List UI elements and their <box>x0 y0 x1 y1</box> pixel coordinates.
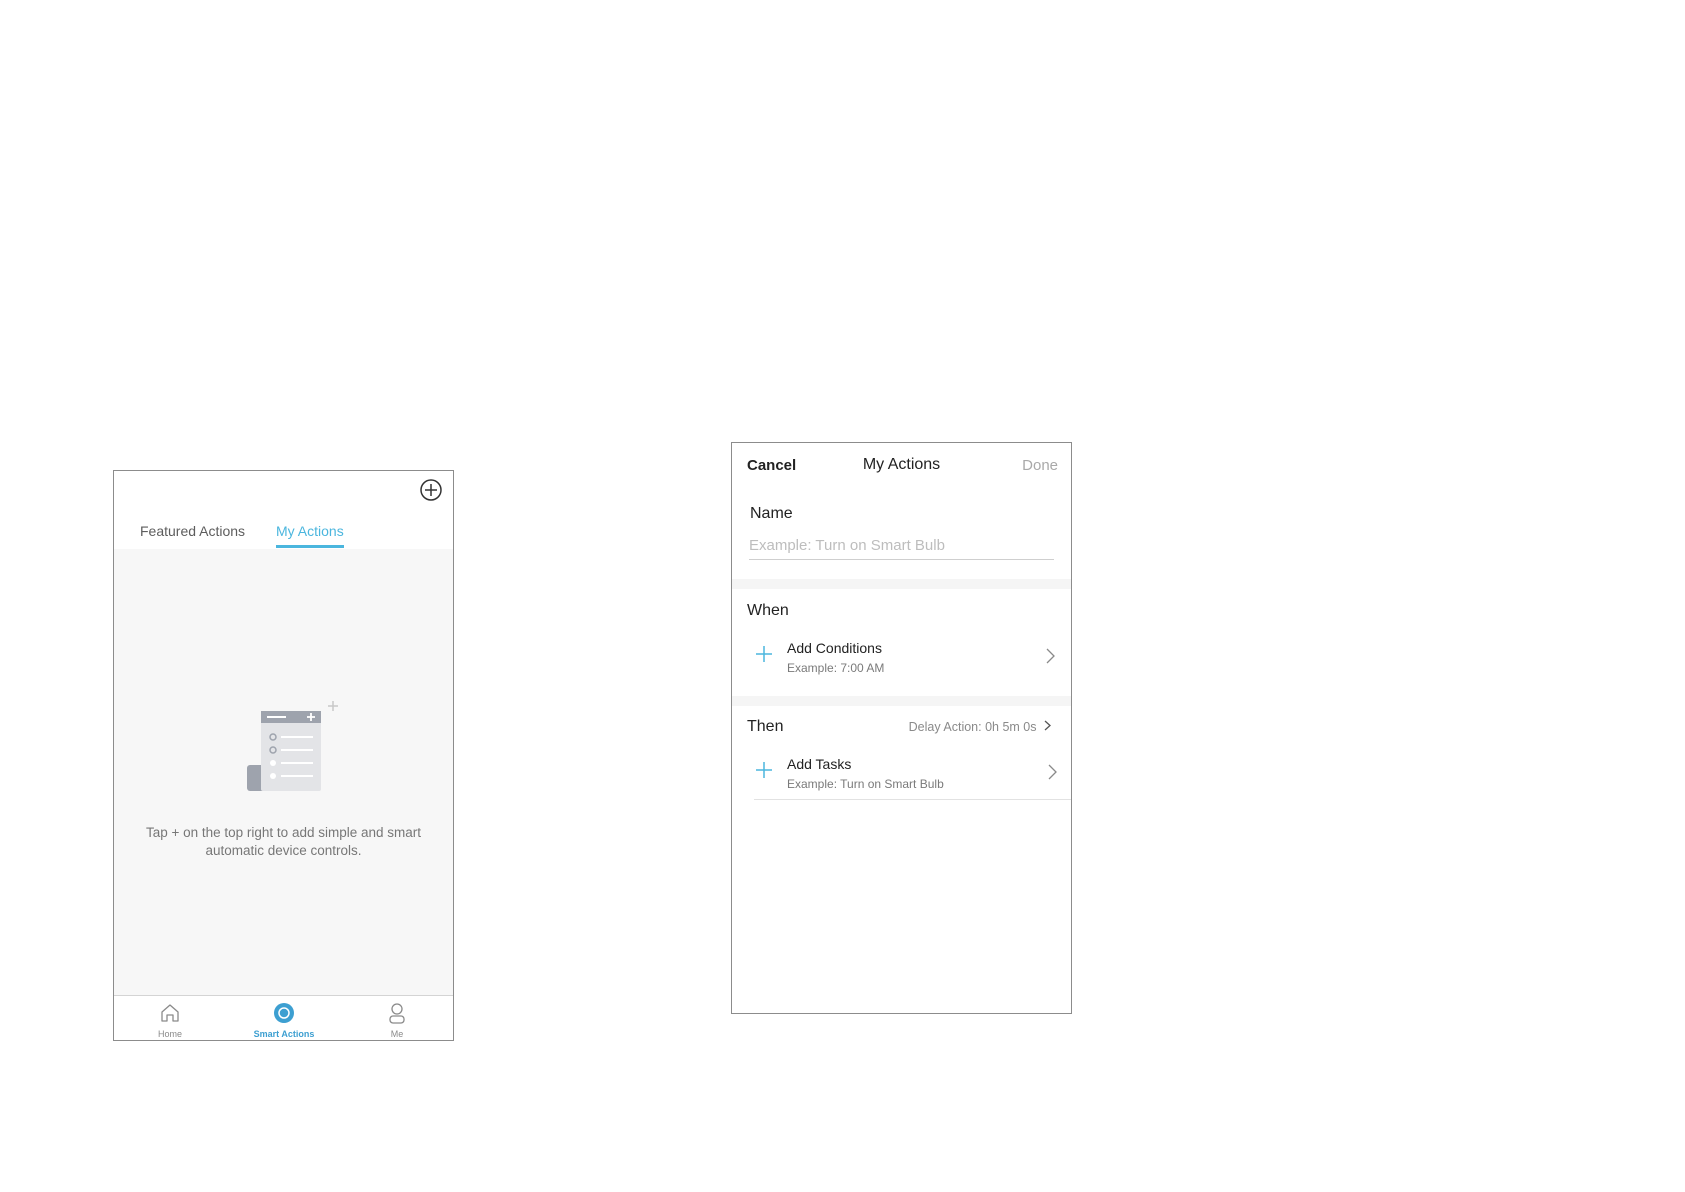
empty-state-hint: Tap + on the top right to add simple and… <box>145 825 422 858</box>
action-tabs: Featured Actions My Actions <box>114 519 453 549</box>
delay-action-value: Delay Action: 0h 5m 0s <box>908 720 1037 734</box>
tab-featured-actions[interactable]: Featured Actions <box>140 523 245 545</box>
empty-state: Tap + on the top right to add simple and… <box>114 549 453 997</box>
actions-list-illustration-icon <box>247 701 338 791</box>
section-divider <box>732 579 1071 589</box>
nav-smart-actions-label: Smart Actions <box>253 1029 315 1039</box>
action-name-input[interactable] <box>749 533 1054 560</box>
when-section-label: When <box>747 602 789 619</box>
smart-actions-screen: Featured Actions My Actions Tap + on the… <box>113 470 454 1041</box>
nav-me[interactable]: Me <box>347 996 447 1040</box>
then-section-label: Then <box>747 718 784 735</box>
nav-me-label: Me <box>390 1029 404 1039</box>
section-divider <box>732 696 1071 706</box>
bottom-navigation: Home Smart Actions Me <box>114 995 453 1040</box>
nav-smart-actions[interactable]: Smart Actions <box>234 996 334 1040</box>
smart-actions-icon <box>274 1003 294 1023</box>
plus-icon <box>756 646 772 662</box>
add-conditions-title: Add Conditions <box>787 640 882 656</box>
chevron-right-icon <box>1046 648 1055 664</box>
new-action-screen: Cancel My Actions Done Name When Add Con… <box>731 442 1072 1014</box>
navigation-bar: Cancel My Actions Done <box>732 443 1071 487</box>
person-icon <box>389 1003 405 1024</box>
add-tasks-title: Add Tasks <box>787 756 852 772</box>
plus-circle-icon <box>420 479 442 501</box>
add-conditions-row[interactable]: Add Conditions Example: 7:00 AM <box>732 633 1071 683</box>
name-label: Name <box>750 505 793 522</box>
delay-action-button[interactable]: Delay Action: 0h 5m 0s <box>909 720 1051 734</box>
chevron-right-icon <box>1048 764 1057 780</box>
tab-my-actions[interactable]: My Actions <box>276 523 344 548</box>
add-tasks-example: Example: Turn on Smart Bulb <box>787 777 944 791</box>
page-title: My Actions <box>862 456 941 473</box>
home-icon <box>161 1004 179 1022</box>
chevron-right-icon <box>1044 720 1051 731</box>
nav-home-label: Home <box>157 1029 182 1039</box>
nav-home[interactable]: Home <box>120 996 220 1040</box>
done-button[interactable]: Done <box>1022 457 1058 474</box>
add-conditions-example: Example: 7:00 AM <box>787 661 885 675</box>
plus-icon <box>756 762 772 778</box>
add-action-button[interactable] <box>419 478 443 502</box>
add-tasks-row[interactable]: Add Tasks Example: Turn on Smart Bulb <box>754 749 1071 800</box>
